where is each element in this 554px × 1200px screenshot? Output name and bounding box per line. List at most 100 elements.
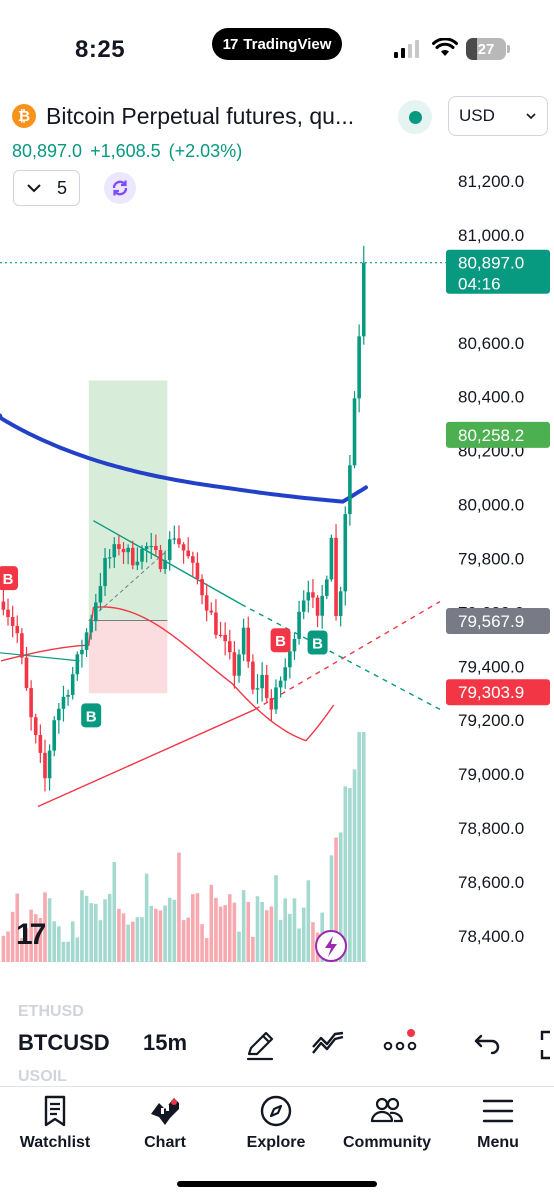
indicators-icon[interactable] [310, 1027, 346, 1063]
home-indicator [177, 1181, 377, 1187]
y-axis-tick-label: 78,800.0 [458, 819, 524, 838]
candle [292, 633, 297, 661]
price-tag: 80,258.2 [446, 421, 550, 448]
sell-signal[interactable]: B [0, 566, 19, 591]
candle-body [357, 336, 361, 399]
candle [274, 679, 278, 714]
candle-body [84, 632, 89, 650]
candle-body [343, 514, 348, 592]
y-axis-tick-label: 80,600.0 [458, 334, 524, 353]
candle-body [112, 544, 117, 558]
candle-body [20, 633, 24, 658]
candle-body [186, 550, 190, 557]
volume-bar [200, 924, 204, 962]
candle [6, 598, 10, 626]
signal-label: B [275, 633, 286, 650]
candle [24, 646, 29, 691]
moving-average-line [0, 413, 368, 504]
buy-signal[interactable]: B [307, 630, 328, 655]
candle [264, 664, 269, 702]
interval-selector[interactable]: 15m [143, 1030, 187, 1056]
symbol-header[interactable]: ₿ Bitcoin Perpetual futures, qu... [12, 100, 354, 132]
tradingview-pill[interactable]: 17 TradingView [212, 28, 342, 60]
nav-community[interactable]: Community [332, 1092, 442, 1162]
volume-bar [311, 922, 315, 962]
volume-bar [204, 938, 209, 962]
volume-bar [98, 920, 103, 962]
volume-bar [274, 875, 278, 962]
flash-button[interactable] [315, 930, 347, 962]
candle [343, 506, 348, 606]
candle-body [232, 652, 237, 676]
drawing-pen-icon[interactable] [242, 1027, 278, 1063]
volume-bar [112, 861, 117, 962]
candle-body [292, 638, 297, 652]
candle [20, 628, 24, 665]
signal-label: B [86, 708, 97, 725]
candle-body [283, 667, 288, 681]
symbol-selector[interactable]: BTCUSD [18, 1030, 110, 1056]
volume-bar [61, 941, 66, 962]
candle [80, 639, 84, 668]
candle-body [195, 562, 200, 579]
ghost-symbol-below: USOIL [18, 1068, 67, 1085]
nav-menu[interactable]: Menu [443, 1092, 553, 1162]
candle-body [172, 538, 177, 540]
volume-bar [264, 910, 269, 962]
tradingview-logo-icon: 17 [222, 35, 239, 53]
nav-watchlist[interactable]: Watchlist [0, 1092, 110, 1162]
volume-bar [130, 921, 135, 962]
volume-bar [126, 924, 130, 962]
buy-signal[interactable]: B [81, 703, 102, 728]
sell-signal[interactable]: B [270, 628, 291, 653]
bitcoin-icon: ₿ [12, 104, 36, 128]
candle [260, 662, 264, 702]
candle-body [223, 634, 227, 642]
candle [311, 579, 315, 608]
currency-select[interactable]: USD [448, 96, 548, 136]
candle [352, 391, 357, 469]
battery-tip [507, 45, 510, 53]
price-tag-value: 79,567.9 [458, 612, 524, 631]
y-axis-tick-label: 79,200.0 [458, 711, 524, 730]
nav-explore[interactable]: Explore [221, 1092, 331, 1162]
price-chart[interactable]: B B B B 81,200.0 81,000.0 80,600.0 80,400.0 80,… [0, 150, 554, 970]
candle [70, 666, 75, 700]
volume-bar [195, 893, 200, 962]
volume-bar [57, 926, 61, 962]
candle [315, 595, 320, 628]
candle [47, 744, 52, 791]
symbol-title[interactable]: Bitcoin Perpetual futures, qu... [46, 103, 354, 130]
candle [29, 680, 33, 731]
candle [75, 651, 80, 681]
volume-bar [47, 898, 52, 962]
candle [43, 739, 47, 792]
volume-bar [70, 921, 75, 962]
volume-bar [352, 769, 357, 962]
volume-bar [121, 913, 126, 962]
candle-body [315, 597, 320, 616]
volume-bar [209, 884, 214, 962]
fullscreen-icon[interactable] [530, 1027, 554, 1063]
volume-bar [227, 894, 232, 962]
currency-value: USD [459, 106, 495, 125]
candle-body [89, 621, 93, 633]
support-trendline[interactable] [37, 708, 256, 808]
candle [33, 713, 38, 744]
volume-bar [191, 894, 195, 962]
undo-icon[interactable] [466, 1027, 502, 1063]
more-options-icon[interactable] [382, 1027, 418, 1063]
volume-bar [177, 852, 181, 962]
cellular-signal-icon [394, 40, 419, 58]
nav-chart[interactable]: Chart [110, 1092, 220, 1162]
market-status-button[interactable] [398, 100, 432, 134]
candle [297, 600, 301, 645]
candle-body [43, 752, 47, 779]
candle [320, 584, 324, 629]
stop-loss-zone[interactable] [88, 620, 168, 694]
candle [223, 622, 227, 656]
candle [269, 689, 274, 721]
volume-bar [84, 895, 89, 962]
candle-body [57, 708, 61, 721]
left-trendline [0, 652, 80, 662]
